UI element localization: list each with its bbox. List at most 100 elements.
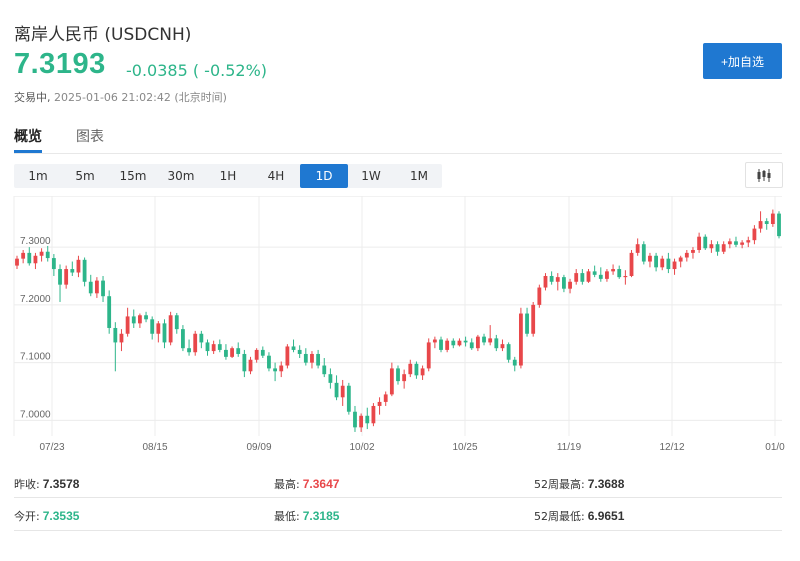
candle-body: [150, 319, 155, 334]
candle-body: [494, 338, 499, 349]
candle-body: [64, 269, 69, 285]
candle-body: [205, 342, 210, 352]
candle-body: [703, 236, 708, 249]
candle-body: [94, 280, 99, 294]
candle-body: [764, 221, 769, 224]
candle-body: [88, 281, 93, 294]
timeframe-1w[interactable]: 1W: [347, 164, 395, 188]
candle-body: [346, 385, 351, 412]
timeframe-4h[interactable]: 4H: [252, 164, 300, 188]
timeframe-30m[interactable]: 30m: [157, 164, 205, 188]
candle-body: [242, 353, 247, 372]
timeframe-1m[interactable]: 1m: [14, 164, 62, 188]
stat-label: 最高:: [274, 478, 300, 491]
stat-open: 今开: 7.3535: [14, 508, 79, 524]
x-tick-label: 07/23: [39, 442, 64, 453]
candle-body: [27, 252, 32, 264]
candle-body: [666, 258, 671, 270]
candle-body: [586, 271, 591, 282]
add-watchlist-button[interactable]: +加自选: [703, 43, 782, 79]
candle-body: [254, 349, 259, 360]
candle-body: [463, 340, 468, 343]
last-price: 7.3193: [14, 48, 106, 80]
candle-body: [525, 313, 529, 334]
candle-body: [334, 382, 339, 398]
stats-divider: [14, 497, 782, 498]
candle-body: [697, 236, 702, 250]
candle-body: [199, 333, 204, 343]
candle-body: [684, 252, 689, 258]
tab-overview[interactable]: 概览: [14, 126, 42, 146]
stat-label: 最低:: [274, 510, 300, 523]
candle-body: [482, 336, 486, 343]
candle-body: [113, 327, 118, 343]
candle-body: [709, 244, 714, 249]
stat-high: 最高: 7.3647: [274, 476, 339, 492]
candle-body: [451, 340, 456, 346]
candle-body: [672, 261, 677, 270]
candle-body: [260, 349, 265, 356]
candle-body: [76, 259, 81, 273]
candle-body: [457, 340, 462, 346]
candle-body: [654, 255, 659, 268]
candle-body: [322, 365, 327, 375]
candle-body: [224, 349, 228, 357]
candle-body: [39, 251, 44, 256]
y-tick-label: 7.3000: [20, 236, 51, 247]
candle-body: [33, 255, 38, 264]
candle-body: [562, 277, 566, 289]
trading-status: 交易中, 2025-01-06 21:02:42 (北京时间): [14, 89, 227, 105]
candle-body: [543, 275, 548, 288]
timeframe-15m[interactable]: 15m: [109, 164, 157, 188]
candle-body: [746, 240, 751, 243]
y-tick-label: 7.1000: [20, 352, 51, 363]
stat-low: 最低: 7.3185: [274, 508, 339, 524]
price-change: -0.0385 ( -0.52%): [126, 61, 268, 80]
status-label: 交易中,: [14, 91, 51, 104]
candle-body: [211, 344, 216, 352]
candle-body: [537, 287, 542, 305]
candle-body: [568, 281, 572, 289]
x-tick-label: 09/09: [246, 442, 271, 453]
candle-body: [70, 269, 75, 273]
timeframe-5m[interactable]: 5m: [61, 164, 109, 188]
timeframe-1m-month[interactable]: 1M: [395, 164, 443, 188]
stat-label: 今开:: [14, 510, 40, 523]
candle-body: [500, 344, 505, 349]
candle-body: [734, 241, 738, 245]
stat-value: 7.3535: [42, 509, 80, 523]
stat-label: 52周最低:: [534, 510, 585, 523]
candle-body: [359, 415, 364, 428]
candle-body: [328, 374, 333, 383]
candle-body: [125, 316, 130, 334]
candle-body: [605, 271, 609, 279]
candle-body: [432, 339, 437, 343]
candle-body: [82, 259, 87, 282]
candle-body: [365, 415, 370, 424]
candle-body: [396, 368, 400, 382]
candle-body: [291, 346, 296, 350]
tab-charts[interactable]: 图表: [76, 126, 104, 146]
candle-body: [715, 244, 720, 252]
candle-body: [617, 269, 622, 278]
candle-body: [273, 368, 278, 372]
candle-body: [549, 275, 554, 282]
candle-body: [414, 363, 419, 376]
chart-type-button[interactable]: [745, 162, 783, 188]
candle-body: [51, 258, 56, 270]
candle-body: [168, 315, 173, 343]
stat-value: 7.3688: [587, 477, 625, 491]
candle-body: [217, 344, 222, 350]
stat-value: 7.3578: [42, 477, 80, 491]
candle-body: [119, 333, 124, 343]
candle-body: [21, 252, 26, 259]
candle-body: [131, 316, 136, 324]
candle-body: [488, 338, 493, 343]
x-tick-label: 11/19: [557, 442, 582, 453]
candle-body: [420, 368, 425, 376]
stat-value: 7.3185: [302, 509, 340, 523]
candle-body: [439, 339, 443, 350]
timeframe-1h[interactable]: 1H: [204, 164, 252, 188]
candle-body: [383, 394, 388, 402]
timeframe-1d[interactable]: 1D: [300, 164, 348, 188]
